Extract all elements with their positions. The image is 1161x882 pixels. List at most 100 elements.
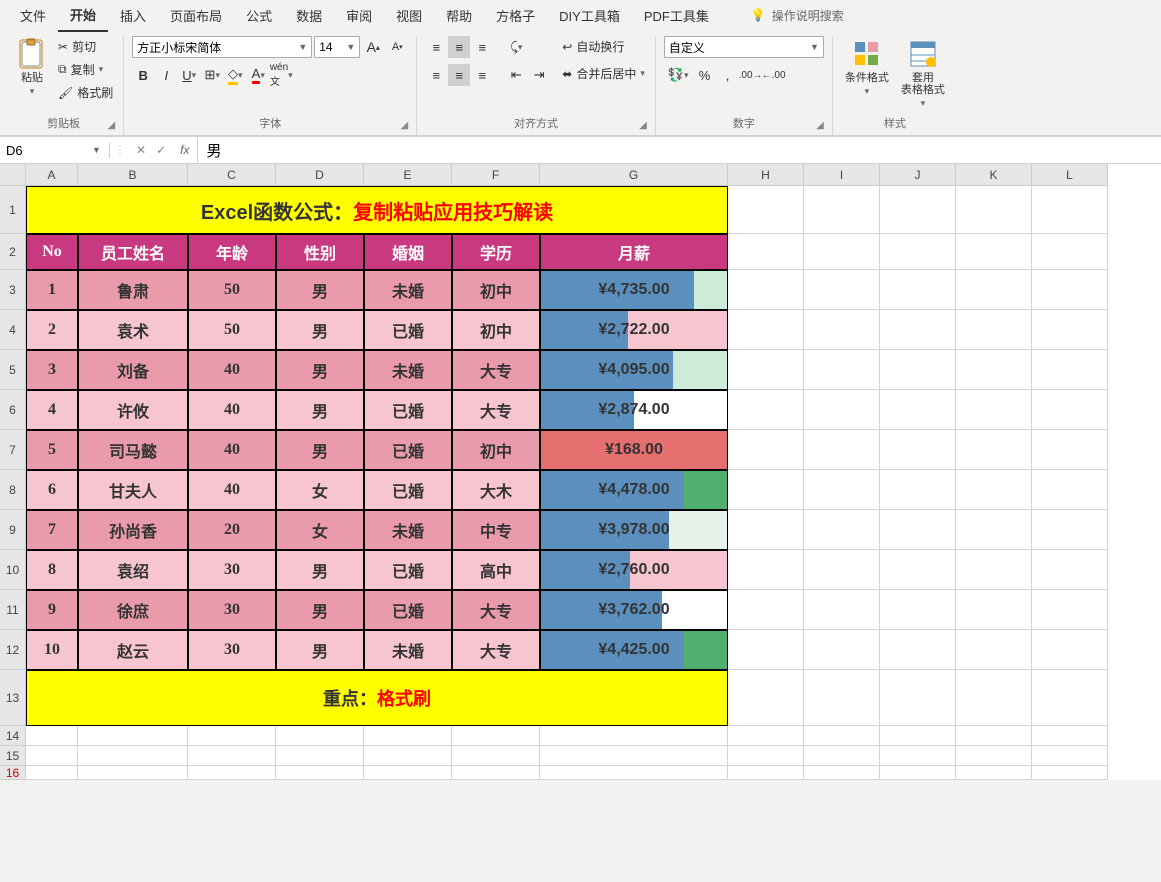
align-right-button[interactable]: ≡ (471, 64, 493, 86)
cell[interactable] (188, 726, 276, 746)
table-cell-no[interactable]: 9 (26, 590, 78, 630)
table-cell-no[interactable]: 3 (26, 350, 78, 390)
cell[interactable] (1032, 234, 1108, 270)
chevron-down-icon[interactable]: ▼ (86, 145, 107, 155)
table-cell-age[interactable]: 20 (188, 510, 276, 550)
cell[interactable] (728, 550, 804, 590)
table-cell-age[interactable]: 50 (188, 270, 276, 310)
table-cell-sex[interactable]: 男 (276, 590, 364, 630)
cell[interactable] (804, 726, 880, 746)
cell[interactable] (452, 746, 540, 766)
cell[interactable] (1032, 590, 1108, 630)
col-header-J[interactable]: J (880, 164, 956, 186)
cell[interactable] (880, 310, 956, 350)
cell[interactable] (880, 270, 956, 310)
tab-help[interactable]: 帮助 (434, 0, 484, 31)
cell[interactable] (1032, 186, 1108, 234)
tab-diy[interactable]: DIY工具箱 (547, 0, 632, 31)
title-cell[interactable]: Excel函数公式：复制粘贴应用技巧解读 (26, 186, 728, 234)
table-cell-no[interactable]: 8 (26, 550, 78, 590)
increase-indent-button[interactable]: ⇥ (528, 64, 550, 86)
font-name-input[interactable] (133, 40, 294, 54)
cell[interactable] (728, 270, 804, 310)
table-cell-edu[interactable]: 大木 (452, 470, 540, 510)
name-box[interactable]: ▼ (0, 143, 110, 158)
cell[interactable] (728, 590, 804, 630)
cell[interactable] (956, 550, 1032, 590)
cell[interactable] (804, 670, 880, 726)
tab-insert[interactable]: 插入 (108, 0, 158, 31)
cell[interactable] (880, 390, 956, 430)
tab-home[interactable]: 开始 (58, 0, 108, 32)
row-header-11[interactable]: 11 (0, 590, 26, 630)
cell[interactable] (880, 186, 956, 234)
col-header-L[interactable]: L (1032, 164, 1108, 186)
row-header-14[interactable]: 14 (0, 726, 26, 746)
table-cell-mar[interactable]: 未婚 (364, 270, 452, 310)
col-header-I[interactable]: I (804, 164, 880, 186)
font-launcher[interactable]: ◢ (401, 120, 409, 131)
cell[interactable] (804, 590, 880, 630)
tab-review[interactable]: 审阅 (334, 0, 384, 31)
increase-decimal-button[interactable]: .00→ (740, 64, 762, 86)
col-header-H[interactable]: H (728, 164, 804, 186)
fill-color-button[interactable]: ◇ (224, 64, 246, 86)
table-cell-edu[interactable]: 大专 (452, 590, 540, 630)
cell[interactable] (540, 746, 728, 766)
table-cell-salary[interactable]: ¥4,425.00 (540, 630, 728, 670)
col-header-B[interactable]: B (78, 164, 188, 186)
cell[interactable] (188, 766, 276, 780)
table-cell-mar[interactable]: 已婚 (364, 390, 452, 430)
table-cell-name[interactable]: 袁术 (78, 310, 188, 350)
cell[interactable] (804, 510, 880, 550)
cell[interactable] (880, 234, 956, 270)
col-header-K[interactable]: K (956, 164, 1032, 186)
table-cell-salary[interactable]: ¥4,735.00 (540, 270, 728, 310)
table-cell-name[interactable]: 孙尚香 (78, 510, 188, 550)
row-header-1[interactable]: 1 (0, 186, 26, 234)
cell[interactable] (728, 350, 804, 390)
table-cell-no[interactable]: 1 (26, 270, 78, 310)
cell[interactable] (1032, 630, 1108, 670)
font-name-combo[interactable]: ▼ (132, 36, 312, 58)
underline-button[interactable]: U (178, 64, 200, 86)
cell[interactable] (880, 630, 956, 670)
row-header-6[interactable]: 6 (0, 390, 26, 430)
increase-font-button[interactable]: A▴ (362, 36, 384, 58)
tab-formulas[interactable]: 公式 (234, 0, 284, 31)
table-cell-edu[interactable]: 初中 (452, 430, 540, 470)
wrap-text-button[interactable]: ↩自动换行 (560, 36, 647, 57)
chevron-down-icon[interactable]: ▼ (806, 42, 823, 52)
table-cell-age[interactable]: 30 (188, 630, 276, 670)
cell[interactable] (804, 310, 880, 350)
row-header-15[interactable]: 15 (0, 746, 26, 766)
table-cell-edu[interactable]: 大专 (452, 350, 540, 390)
table-header[interactable]: 年龄 (188, 234, 276, 270)
tell-me-search[interactable]: 💡 操作说明搜索 (751, 7, 844, 24)
table-cell-sex[interactable]: 男 (276, 390, 364, 430)
comma-button[interactable]: , (717, 64, 739, 86)
table-cell-sex[interactable]: 男 (276, 550, 364, 590)
cell[interactable] (804, 766, 880, 780)
tab-file[interactable]: 文件 (8, 0, 58, 31)
cell[interactable] (78, 766, 188, 780)
footer-cell[interactable]: 重点：格式刷 (26, 670, 728, 726)
table-cell-no[interactable]: 7 (26, 510, 78, 550)
cell[interactable] (880, 430, 956, 470)
cell[interactable] (956, 470, 1032, 510)
cell[interactable] (26, 726, 78, 746)
table-cell-no[interactable]: 10 (26, 630, 78, 670)
cell[interactable] (880, 746, 956, 766)
cell[interactable] (728, 670, 804, 726)
cancel-formula-button[interactable]: ✕ (136, 143, 146, 157)
cell[interactable] (804, 390, 880, 430)
fx-icon[interactable]: fx (172, 143, 197, 157)
table-cell-mar[interactable]: 已婚 (364, 430, 452, 470)
cell[interactable] (804, 550, 880, 590)
row-header-12[interactable]: 12 (0, 630, 26, 670)
col-header-D[interactable]: D (276, 164, 364, 186)
cell[interactable] (1032, 550, 1108, 590)
col-header-G[interactable]: G (540, 164, 728, 186)
cell[interactable] (956, 350, 1032, 390)
cell[interactable] (728, 746, 804, 766)
